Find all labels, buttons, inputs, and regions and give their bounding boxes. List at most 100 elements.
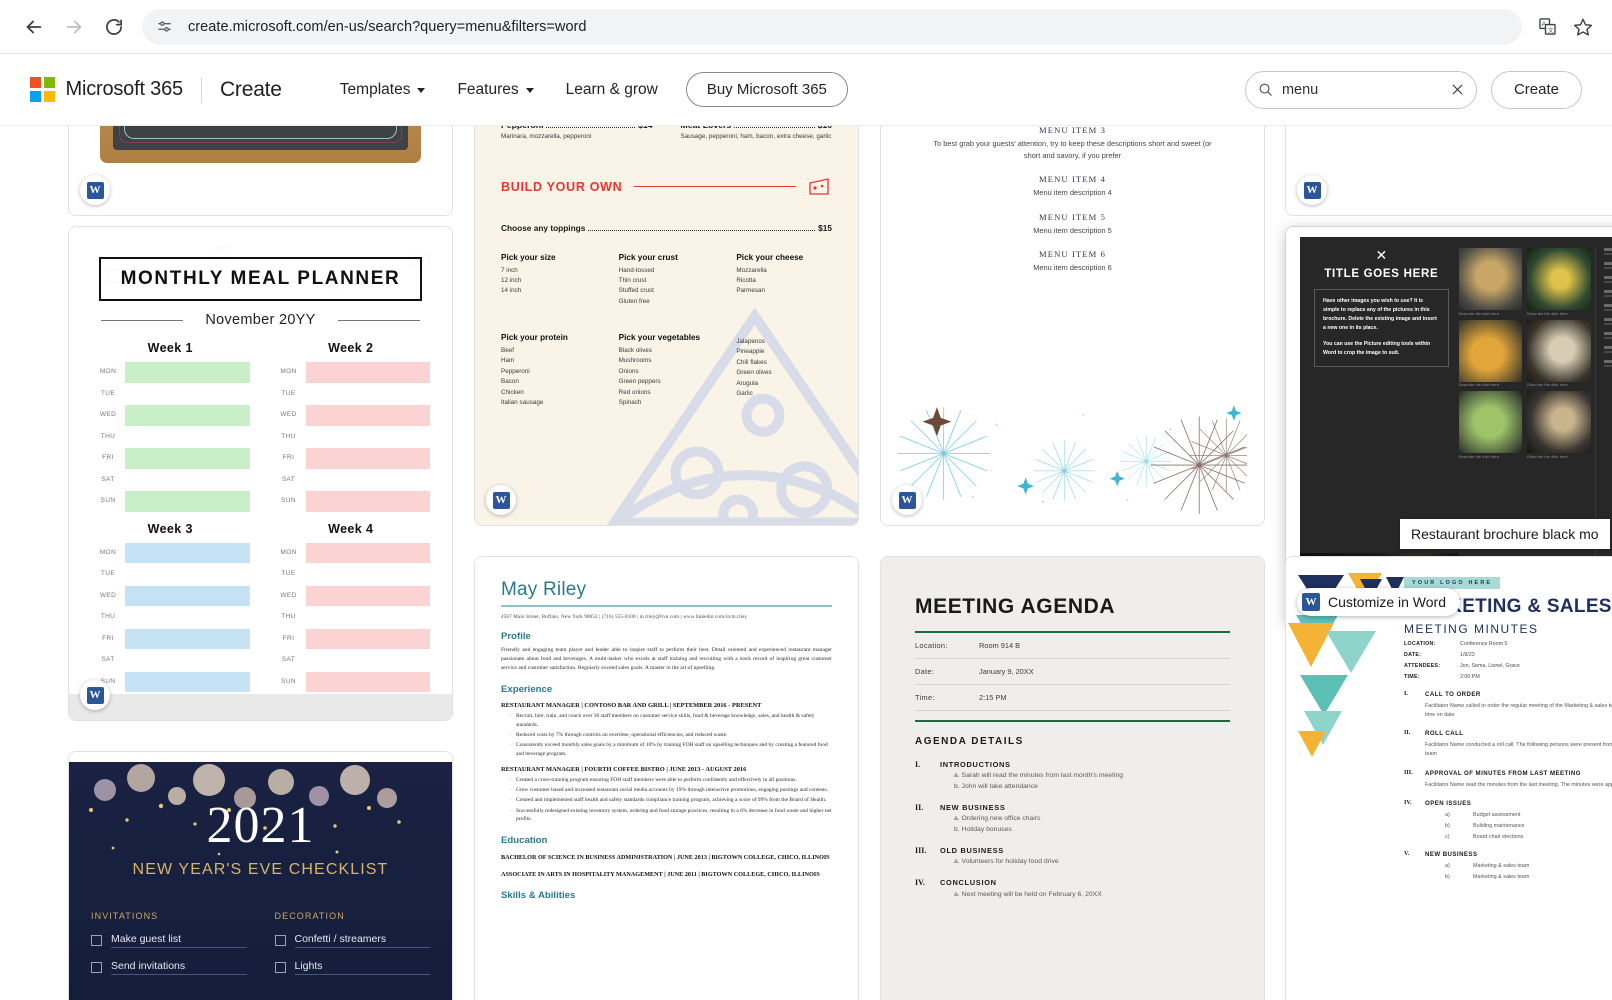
day-label: THU	[100, 613, 116, 621]
template-card-meal-planner[interactable]: MONTHLY MEAL PLANNER November 20YY Week …	[68, 226, 453, 721]
planner-month: November 20YY	[91, 312, 430, 328]
job-bullet: Grew customer based and increased restau…	[510, 786, 832, 795]
back-button[interactable]	[14, 7, 54, 47]
agenda-details-heading: AGENDA DETAILS	[915, 735, 1024, 747]
pizza-column-item: Mozzarella	[736, 266, 767, 274]
checkbox[interactable]	[274, 962, 286, 973]
right-subline	[1604, 267, 1612, 269]
menu-item: MENU ITEM 3 To best grab your guests' att…	[927, 126, 1218, 161]
template-card-marketing-minutes[interactable]: YOUR LOGO HERE MARKETING & SALES TE MEET…	[1285, 556, 1612, 1000]
marketing-subitem-text: Budget assessment	[1473, 812, 1521, 819]
day-label: THU	[281, 432, 296, 440]
agenda-section-number: I.	[915, 759, 921, 769]
pizza-column-item: Pineapple	[736, 348, 765, 356]
marketing-section-heading: APPROVAL OF MINUTES FROM LAST MEETING	[1425, 769, 1581, 777]
day-label: FRI	[282, 634, 295, 642]
browser-actions: A 文	[1532, 12, 1598, 42]
site-settings-icon[interactable]	[156, 17, 176, 37]
agenda-section: II. NEW BUSINESS a. Ordering new office ch…	[915, 803, 1230, 833]
week-row: TUE	[272, 382, 430, 404]
nav-item-features[interactable]: Features	[441, 73, 549, 107]
reload-button[interactable]	[94, 7, 134, 47]
toppings-row: Choose any toppings $15	[501, 223, 832, 233]
day-label: FRI	[282, 454, 295, 462]
week-row: SUN	[91, 670, 250, 692]
svg-text:A: A	[1541, 21, 1546, 28]
pizza-column-item: Spinach	[618, 398, 642, 406]
customize-in-word-button[interactable]: W Customize in Word	[1297, 588, 1461, 616]
nav-item-templates[interactable]: Templates	[324, 73, 442, 107]
clear-search-icon[interactable]	[1451, 83, 1464, 96]
nye-thumbnail: 2021 NEW YEAR'S EVE CHECKLIST INVITATION…	[69, 752, 452, 1000]
pizza-items: Margherita$12Pomodoro, fresh mozzarella,…	[501, 126, 832, 142]
pizza-column-item: Green olives	[736, 369, 772, 377]
menu-item-desc: Menu item description 6	[1033, 263, 1112, 273]
checkbox[interactable]	[274, 935, 286, 946]
buy-microsoft-365-button[interactable]: Buy Microsoft 365	[685, 72, 848, 107]
agenda-meta-row: Date: January 9, 20XX	[915, 659, 1230, 685]
toppings-label: Choose any toppings	[501, 222, 586, 233]
agenda-section-number: IV.	[915, 878, 925, 888]
week-row: WED	[91, 584, 250, 606]
agenda-section-body: INTRODUCTIONS a. Sarah will read the minu…	[940, 760, 1123, 790]
pizza-item: Pepperoni $14 Marinara, mozzarella, pepper…	[501, 126, 653, 142]
header-right: menu Create	[1244, 70, 1582, 109]
nye-item-label: Lights	[294, 960, 430, 975]
forward-button[interactable]	[54, 7, 94, 47]
template-card-menu-fireworks[interactable]: MENU MENU ITEM 1To replace any placehold…	[880, 126, 1265, 526]
day-label: MON	[99, 368, 117, 376]
pizza-column-item: Hand-tossed	[618, 266, 655, 274]
nav-item-learn-grow[interactable]: Learn & grow	[550, 73, 674, 107]
day-label: TUE	[281, 570, 296, 578]
bookmark-star-icon[interactable]	[1568, 12, 1598, 42]
nye-year: 2021	[206, 797, 315, 854]
template-card-meeting-agenda[interactable]: MEETING AGENDA Location: Room 914 B Date: J…	[880, 556, 1265, 1000]
template-card-autumn[interactable]: W	[1285, 126, 1612, 216]
marketing-thumbnail: YOUR LOGO HERE MARKETING & SALES TE MEET…	[1286, 557, 1612, 1000]
search-box[interactable]: menu	[1244, 70, 1477, 109]
template-card-nye-checklist[interactable]: 2021 NEW YEAR'S EVE CHECKLIST INVITATION…	[68, 751, 453, 1000]
pizza-column-item: Onions	[618, 367, 639, 375]
marketing-meta-key: ATTENDEES:	[1404, 663, 1441, 669]
week-row: WED	[272, 584, 430, 606]
day-cell	[125, 627, 250, 649]
right-line	[1604, 332, 1612, 335]
day-label: THU	[281, 613, 296, 621]
brochure-photo	[1458, 391, 1523, 453]
marketing-section-body: APPROVAL OF MINUTES FROM LAST MEETING Fac…	[1425, 770, 1612, 790]
nye-column-heading: DECORATION	[274, 911, 345, 921]
week-table: MON TUE WED THU FRI SAT SUN	[272, 541, 430, 692]
day-label: SUN	[100, 497, 116, 505]
right-line	[1604, 248, 1612, 251]
template-card-pizza-menu[interactable]: THE CLASSICS Margherita$12Pomodoro, fres…	[474, 126, 859, 526]
word-icon: W	[1302, 593, 1320, 611]
translate-icon[interactable]: A 文	[1532, 12, 1562, 42]
menu-items: MENU ITEM 1To replace any placeholder te…	[927, 126, 1218, 274]
pizza-item-top: Meat Lovers $16	[681, 126, 833, 130]
brochure-photo	[1458, 319, 1523, 382]
right-subline	[1604, 323, 1612, 325]
dot-leader	[546, 127, 635, 129]
pizza-item-desc: Marinara, mozzarella, pepperoni	[501, 133, 592, 141]
search-input[interactable]: menu	[1282, 82, 1451, 98]
marketing-section-number: I.	[1404, 691, 1408, 697]
checkbox[interactable]	[91, 962, 102, 973]
template-card-resume[interactable]: May Riley 4567 Main Street, Buffalo, New…	[474, 556, 859, 1000]
day-label: WED	[99, 591, 117, 599]
template-results-grid: W MONTHLY MEAL PLANNER November 20YY Wee…	[0, 126, 1612, 1000]
build-heading: BUILD YOUR OWN	[501, 179, 623, 194]
product-name[interactable]: Create	[220, 78, 282, 102]
address-bar[interactable]: create.microsoft.com/en-us/search?query=…	[142, 8, 1522, 45]
checkbox[interactable]	[91, 935, 102, 946]
skills-heading: Skills & Abilities	[501, 889, 576, 901]
marketing-meta-value: Conference Room 5	[1460, 641, 1508, 647]
template-card-tray[interactable]: W	[68, 126, 453, 216]
week-label: Week 1	[147, 341, 193, 355]
bird-leaf-illustration	[1286, 126, 1612, 215]
pizza-columns-1: Pick your size 7 inch 12 inch 14 inch Pick y…	[501, 253, 832, 308]
marketing-subitem-text: Building maintenance	[1473, 823, 1525, 830]
create-button[interactable]: Create	[1490, 70, 1582, 109]
pizza-column-item: Chili flakes	[736, 358, 767, 366]
agenda-section: IV. CONCLUSION a. Next meeting will be hel…	[915, 878, 1230, 898]
agenda-title: MEETING AGENDA	[915, 595, 1116, 618]
